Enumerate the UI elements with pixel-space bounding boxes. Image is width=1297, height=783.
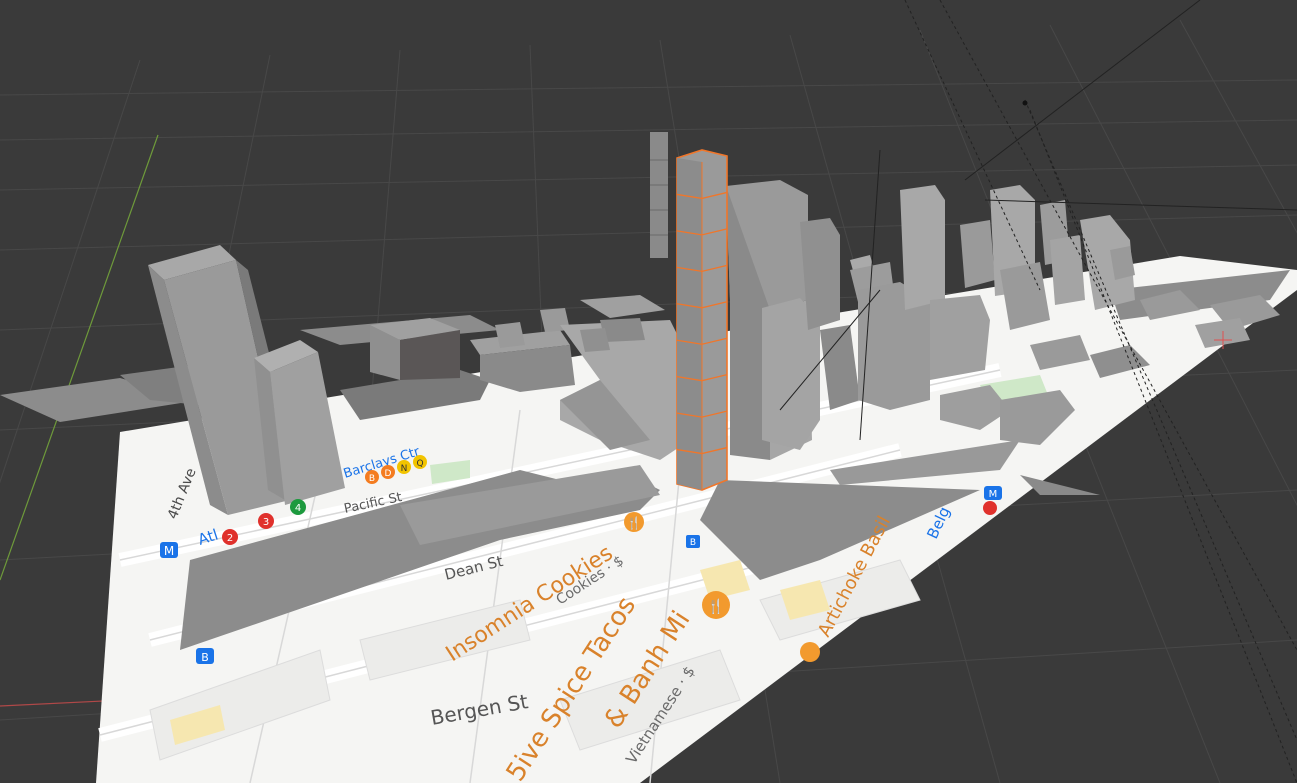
- svg-text:4: 4: [295, 503, 301, 514]
- svg-text:M: M: [989, 489, 998, 500]
- svg-text:B: B: [369, 474, 375, 484]
- svg-text:B: B: [690, 538, 696, 548]
- metro-badge-right: M: [984, 486, 1002, 500]
- svg-text:D: D: [385, 469, 392, 479]
- svg-text:N: N: [401, 464, 408, 474]
- selected-tower-face: [677, 158, 702, 490]
- subway-badge-d: D: [381, 465, 395, 479]
- subway-badge-q: Q: [413, 455, 427, 469]
- svg-text:B: B: [201, 651, 209, 664]
- svg-text:🍴: 🍴: [627, 516, 642, 530]
- subway-badge-b: B: [365, 470, 379, 484]
- subway-badge-red-right: [983, 501, 997, 515]
- bus-badge-left: B: [196, 648, 214, 664]
- svg-text:Q: Q: [416, 459, 423, 469]
- distant-tower: [650, 132, 668, 258]
- light-object-icon[interactable]: [1022, 100, 1028, 106]
- svg-text:🍴: 🍴: [707, 598, 724, 615]
- subway-badge-n: N: [397, 460, 411, 474]
- subway-badge-2: 2: [222, 529, 238, 545]
- metro-badge-left: M: [160, 542, 178, 558]
- svg-text:2: 2: [227, 533, 233, 544]
- svg-text:M: M: [164, 544, 174, 558]
- subway-badge-3: 3: [258, 513, 274, 529]
- restaurant-pin-icon: 🍴: [702, 591, 730, 619]
- viewport-scene[interactable]: 4th Ave Atl Pacific St Dean St Bergen St…: [0, 0, 1297, 783]
- tower-left-short: [254, 340, 345, 505]
- restaurant-pin-icon: [800, 642, 820, 662]
- 3d-viewport[interactable]: 4th Ave Atl Pacific St Dean St Bergen St…: [0, 0, 1297, 783]
- restaurant-pin-icon: 🍴: [624, 512, 644, 532]
- selected-tower[interactable]: [676, 149, 728, 491]
- svg-text:3: 3: [263, 517, 269, 528]
- subway-badge-4: 4: [290, 499, 306, 515]
- bus-badge-center: B: [686, 535, 700, 548]
